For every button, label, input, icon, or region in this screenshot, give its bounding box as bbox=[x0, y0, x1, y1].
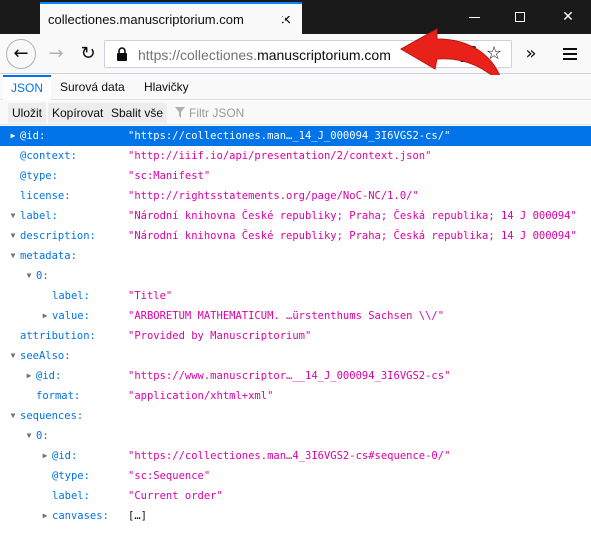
collapse-all-button[interactable]: Sbalit vše bbox=[107, 103, 168, 123]
tree-key: label: bbox=[20, 210, 58, 222]
tree-value: "sc:Sequence" bbox=[128, 470, 211, 482]
tree-key: attribution: bbox=[20, 330, 96, 342]
collapsed-twisty-icon[interactable]: ▶ bbox=[24, 366, 34, 386]
tree-row[interactable]: @context: "http://iiif.io/api/presentatio… bbox=[0, 146, 591, 166]
tree-value: "Title" bbox=[128, 290, 173, 302]
tree-key: @id: bbox=[20, 130, 46, 142]
tree-key: label: bbox=[52, 490, 90, 502]
tree-row[interactable]: label: "Current order" bbox=[0, 486, 591, 506]
tree-value: "application/xhtml+xml" bbox=[128, 390, 274, 402]
tree-key: format: bbox=[36, 390, 81, 402]
tree-key: 0: bbox=[36, 430, 49, 442]
tree-row[interactable]: ▼ seeAlso: bbox=[0, 346, 591, 366]
tree-key: seeAlso: bbox=[20, 350, 71, 362]
copy-button[interactable]: Kopírovat bbox=[48, 103, 108, 123]
tree-row[interactable]: ▼ sequences: bbox=[0, 406, 591, 426]
tree-row[interactable]: ▶ value: "ARBORETUM MATHEMATICUM. …ürstent… bbox=[0, 306, 591, 326]
tree-row[interactable]: format: "application/xhtml+xml" bbox=[0, 386, 591, 406]
tree-key: canvases: bbox=[52, 510, 109, 522]
tree-row[interactable]: ▶ canvases: […] bbox=[0, 506, 591, 526]
minimize-icon bbox=[468, 16, 480, 18]
expanded-twisty-icon[interactable]: ▼ bbox=[8, 206, 18, 226]
back-button[interactable]: ← bbox=[6, 39, 36, 69]
url-host: manuscriptorium.com bbox=[257, 47, 391, 63]
url-prefix: https://collectiones. bbox=[138, 47, 258, 63]
tree-value: "sc:Manifest" bbox=[128, 170, 211, 182]
expanded-twisty-icon[interactable]: ▼ bbox=[8, 226, 18, 246]
filter-json-input[interactable] bbox=[189, 103, 359, 123]
tree-row[interactable]: label: "Title" bbox=[0, 286, 591, 306]
tab-json[interactable]: JSON bbox=[3, 75, 52, 100]
tree-key: @type: bbox=[52, 470, 90, 482]
save-button[interactable]: Uložit bbox=[8, 103, 47, 123]
expanded-twisty-icon[interactable]: ▼ bbox=[24, 266, 34, 286]
browser-tab[interactable]: collectiones.manuscriptorium.com × bbox=[40, 2, 302, 34]
expanded-twisty-icon[interactable]: ▼ bbox=[8, 246, 18, 266]
tree-value: "https://www.manuscriptor…__14_J_000094_… bbox=[128, 370, 451, 382]
new-tab-button[interactable]: + bbox=[270, 4, 298, 30]
tree-key: license: bbox=[20, 190, 71, 202]
lock-icon[interactable] bbox=[115, 47, 129, 61]
json-tree: ▶ @id: "https://collectiones.man…_14_J_000… bbox=[0, 126, 591, 526]
tree-key: metadata: bbox=[20, 250, 77, 262]
tree-value: "ARBORETUM MATHEMATICUM. …ürstenthums Sa… bbox=[128, 310, 445, 322]
collapsed-twisty-icon[interactable]: ▶ bbox=[40, 506, 50, 526]
tree-key: @id: bbox=[52, 450, 78, 462]
tree-key: description: bbox=[20, 230, 96, 242]
tree-key: @type: bbox=[20, 170, 58, 182]
collapsed-twisty-icon[interactable]: ▶ bbox=[8, 126, 18, 146]
tree-row[interactable]: attribution: "Provided by Manuscriptorium… bbox=[0, 326, 591, 346]
tree-value: "Provided by Manuscriptorium" bbox=[128, 330, 312, 342]
hamburger-menu-icon[interactable] bbox=[556, 40, 584, 68]
tree-value: "Current order" bbox=[128, 490, 223, 502]
tree-row[interactable]: @type: "sc:Manifest" bbox=[0, 166, 591, 186]
tree-value: "http://iiif.io/api/presentation/2/conte… bbox=[128, 150, 432, 162]
tree-value: "Národní knihovna České republiky; Praha… bbox=[128, 210, 577, 222]
tree-row[interactable]: ▶ @id: "https://collectiones.man…4_3I6VGS2… bbox=[0, 446, 591, 466]
tree-row[interactable]: ▶ @id: "https://collectiones.man…_14_J_000… bbox=[0, 126, 591, 146]
collapsed-twisty-icon[interactable]: ▶ bbox=[40, 446, 50, 466]
tree-key: sequences: bbox=[20, 410, 84, 422]
tree-row[interactable]: ▼ metadata: bbox=[0, 246, 591, 266]
tree-key: label: bbox=[52, 290, 90, 302]
filter-box bbox=[171, 103, 371, 123]
tab-title: collectiones.manuscriptorium.com bbox=[48, 11, 244, 27]
tree-value: "http://rightsstatements.org/page/NoC-NC… bbox=[128, 190, 419, 202]
tree-value: "https://collectiones.man…4_3I6VGS2-cs#s… bbox=[128, 450, 451, 462]
json-toolbar: Uložit Kopírovat Sbalit vše bbox=[0, 101, 591, 125]
expanded-twisty-icon[interactable]: ▼ bbox=[8, 346, 18, 366]
expanded-twisty-icon[interactable]: ▼ bbox=[8, 406, 18, 426]
collapsed-twisty-icon[interactable]: ▶ bbox=[40, 306, 50, 326]
tree-row[interactable]: ▶ @id: "https://www.manuscriptor…__14_J_00… bbox=[0, 366, 591, 386]
filter-icon bbox=[175, 107, 185, 118]
json-viewer-tabs: JSON Surová data Hlavičky bbox=[0, 75, 591, 100]
tree-value: "https://collectiones.man…_14_J_000094_3… bbox=[128, 130, 451, 142]
tree-row[interactable]: ▼ 0: bbox=[0, 426, 591, 446]
tree-value: […] bbox=[128, 510, 147, 522]
tree-row[interactable]: @type: "sc:Sequence" bbox=[0, 466, 591, 486]
maximize-icon bbox=[515, 12, 525, 22]
tree-key: 0: bbox=[36, 270, 49, 282]
tree-value: "Národní knihovna České republiky; Praha… bbox=[128, 230, 577, 242]
close-window-button[interactable]: ✕ bbox=[545, 0, 591, 34]
tree-key: @context: bbox=[20, 150, 77, 162]
tab-raw-data[interactable]: Surová data bbox=[52, 75, 133, 100]
tab-headers[interactable]: Hlavičky bbox=[136, 75, 197, 100]
expanded-twisty-icon[interactable]: ▼ bbox=[24, 426, 34, 446]
tree-key: @id: bbox=[36, 370, 62, 382]
tree-row[interactable]: ▼ label: "Národní knihovna České republiky… bbox=[0, 206, 591, 226]
overflow-menu-button[interactable]: » bbox=[517, 40, 545, 68]
forward-button[interactable]: → bbox=[42, 40, 70, 68]
tree-row[interactable]: license: "http://rightsstatements.org/pag… bbox=[0, 186, 591, 206]
reload-button[interactable]: ↻ bbox=[74, 40, 102, 68]
tree-key: value: bbox=[52, 310, 90, 322]
url-text[interactable]: https://collectiones.manuscriptorium.com bbox=[138, 47, 391, 63]
tree-row[interactable]: ▼ 0: bbox=[0, 266, 591, 286]
tree-row[interactable]: ▼ description: "Národní knihovna České rep… bbox=[0, 226, 591, 246]
